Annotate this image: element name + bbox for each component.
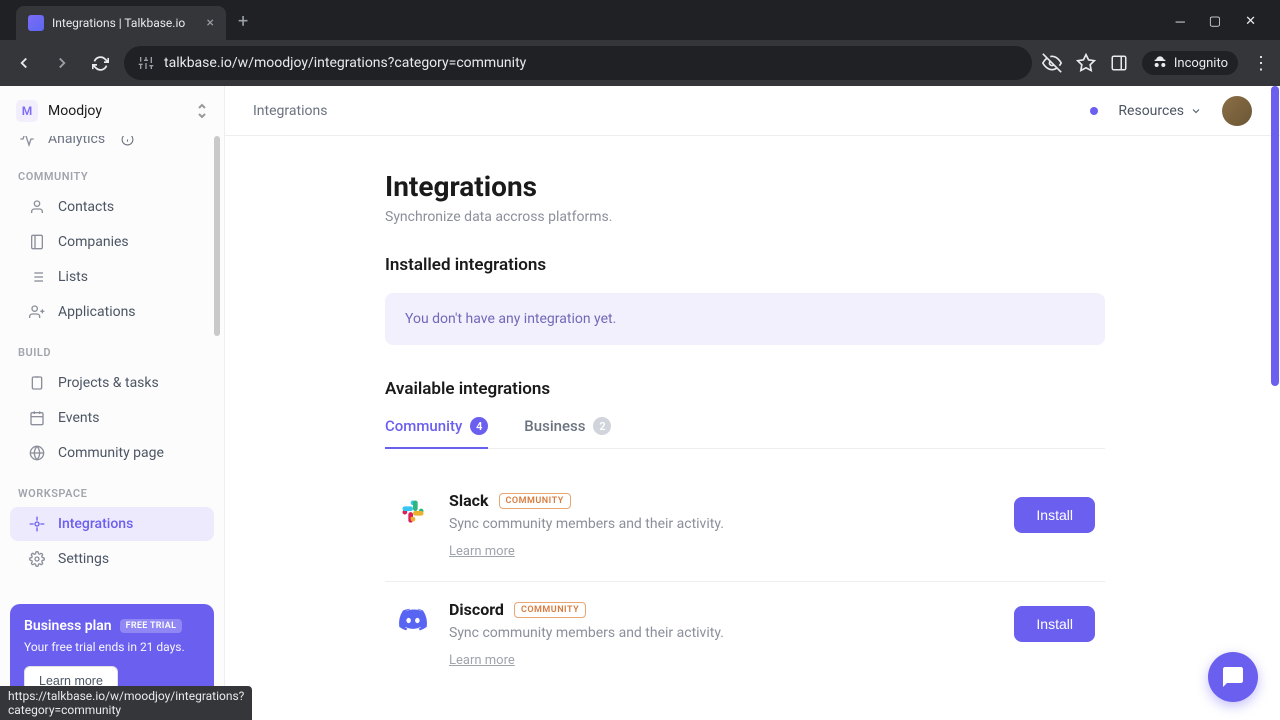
- workspace-avatar: M: [16, 100, 38, 122]
- integration-tag: COMMUNITY: [514, 602, 586, 618]
- integration-card-discord: Discord COMMUNITY Sync community members…: [385, 582, 1105, 690]
- tab-count-badge: 4: [470, 417, 488, 435]
- tab-bar: Integrations | Talkbase.io × + ─ ▢ ✕: [0, 0, 1280, 40]
- sidebar-item-contacts[interactable]: Contacts: [10, 190, 214, 224]
- discord-icon: [395, 602, 431, 638]
- integration-tag: COMMUNITY: [499, 493, 571, 509]
- chevron-down-icon: [1190, 105, 1202, 117]
- install-button[interactable]: Install: [1014, 497, 1095, 533]
- promo-text: Your free trial ends in 21 days.: [24, 640, 200, 654]
- gear-icon: [28, 550, 46, 568]
- integration-desc: Sync community members and their activit…: [449, 516, 996, 532]
- breadcrumb: Integrations: [253, 103, 327, 119]
- url-box[interactable]: talkbase.io/w/moodjoy/integrations?categ…: [124, 46, 1032, 80]
- install-button[interactable]: Install: [1014, 606, 1095, 642]
- info-icon: [121, 136, 134, 146]
- promo-badge: FREE TRIAL: [120, 619, 183, 633]
- status-bar: https://talkbase.io/w/moodjoy/integratio…: [0, 686, 252, 720]
- user-plus-icon: [28, 303, 46, 321]
- integration-icon: [28, 515, 46, 533]
- user-icon: [28, 198, 46, 216]
- learn-more-link[interactable]: Learn more: [449, 544, 515, 559]
- available-heading: Available integrations: [385, 379, 1105, 399]
- page-title: Integrations: [385, 170, 1105, 203]
- browser-menu-icon[interactable]: ⋮: [1252, 53, 1270, 74]
- sidepanel-icon[interactable]: [1110, 54, 1128, 72]
- page-subtitle: Synchronize data accross platforms.: [385, 209, 1105, 225]
- learn-more-link[interactable]: Learn more: [449, 653, 515, 668]
- workspace-switcher[interactable]: M Moodjoy: [0, 86, 224, 136]
- window-controls: ─ ▢ ✕: [1176, 14, 1272, 30]
- incognito-badge[interactable]: Incognito: [1142, 51, 1238, 75]
- chevron-updown-icon: [196, 103, 208, 119]
- analytics-icon: [18, 136, 36, 148]
- browser-tab[interactable]: Integrations | Talkbase.io ×: [16, 6, 226, 40]
- maximize-icon[interactable]: ▢: [1209, 14, 1221, 30]
- integration-card-slack: Slack COMMUNITY Sync community members a…: [385, 473, 1105, 582]
- favicon: [28, 15, 44, 31]
- sidebar-scrollbar[interactable]: [214, 136, 220, 336]
- main-content: Integrations Resources Integrations Sync…: [225, 86, 1280, 720]
- url-text: talkbase.io/w/moodjoy/integrations?categ…: [164, 55, 526, 71]
- clipboard-icon: [28, 374, 46, 392]
- calendar-icon: [28, 409, 46, 427]
- tab-count-badge: 2: [593, 417, 611, 435]
- sidebar-section-workspace: WORKSPACE: [0, 471, 224, 506]
- sidebar-item-community-page[interactable]: Community page: [10, 436, 214, 470]
- tab-title: Integrations | Talkbase.io: [52, 16, 199, 30]
- reload-button[interactable]: [86, 49, 114, 77]
- promo-title: Business plan: [24, 618, 112, 634]
- sidebar-item-companies[interactable]: Companies: [10, 225, 214, 259]
- installed-heading: Installed integrations: [385, 255, 1105, 275]
- tab-business[interactable]: Business 2: [524, 417, 611, 449]
- globe-icon: [28, 444, 46, 462]
- chat-widget-button[interactable]: [1208, 652, 1258, 702]
- bookmark-icon[interactable]: [1076, 53, 1096, 73]
- user-avatar[interactable]: [1222, 96, 1252, 126]
- eye-off-icon[interactable]: [1042, 53, 1062, 73]
- incognito-label: Incognito: [1174, 56, 1228, 71]
- sidebar-section-community: COMMUNITY: [0, 154, 224, 189]
- integration-desc: Sync community members and their activit…: [449, 625, 996, 641]
- integration-tabs: Community 4 Business 2: [385, 417, 1105, 449]
- sidebar-section-build: BUILD: [0, 330, 224, 365]
- topbar: Integrations Resources: [225, 86, 1280, 136]
- sidebar-item-lists[interactable]: Lists: [10, 260, 214, 294]
- sidebar-item-settings[interactable]: Settings: [10, 542, 214, 576]
- sidebar-item-analytics[interactable]: Analytics: [0, 136, 224, 154]
- status-dot-icon[interactable]: [1090, 107, 1098, 115]
- building-icon: [28, 233, 46, 251]
- site-settings-icon[interactable]: [138, 55, 154, 71]
- minimize-icon[interactable]: ─: [1176, 14, 1185, 30]
- tab-community[interactable]: Community 4: [385, 417, 488, 449]
- sidebar-item-projects[interactable]: Projects & tasks: [10, 366, 214, 400]
- integration-name: Slack: [449, 491, 489, 510]
- browser-chrome: Integrations | Talkbase.io × + ─ ▢ ✕ tal…: [0, 0, 1280, 86]
- sidebar: M Moodjoy Analytics COMMUNITY Contacts: [0, 86, 225, 720]
- sidebar-item-integrations[interactable]: Integrations: [10, 507, 214, 541]
- forward-button[interactable]: [48, 49, 76, 77]
- address-bar: talkbase.io/w/moodjoy/integrations?categ…: [0, 40, 1280, 86]
- back-button[interactable]: [10, 49, 38, 77]
- sidebar-item-events[interactable]: Events: [10, 401, 214, 435]
- list-icon: [28, 268, 46, 286]
- resources-menu[interactable]: Resources: [1118, 103, 1202, 119]
- close-tab-icon[interactable]: ×: [207, 15, 214, 31]
- slack-icon: [395, 493, 431, 529]
- sidebar-item-applications[interactable]: Applications: [10, 295, 214, 329]
- close-window-icon[interactable]: ✕: [1245, 14, 1256, 30]
- empty-state: You don't have any integration yet.: [385, 293, 1105, 345]
- new-tab-button[interactable]: +: [238, 11, 248, 32]
- page-scrollbar[interactable]: [1271, 86, 1279, 386]
- integration-name: Discord: [449, 600, 504, 619]
- workspace-name: Moodjoy: [48, 103, 186, 119]
